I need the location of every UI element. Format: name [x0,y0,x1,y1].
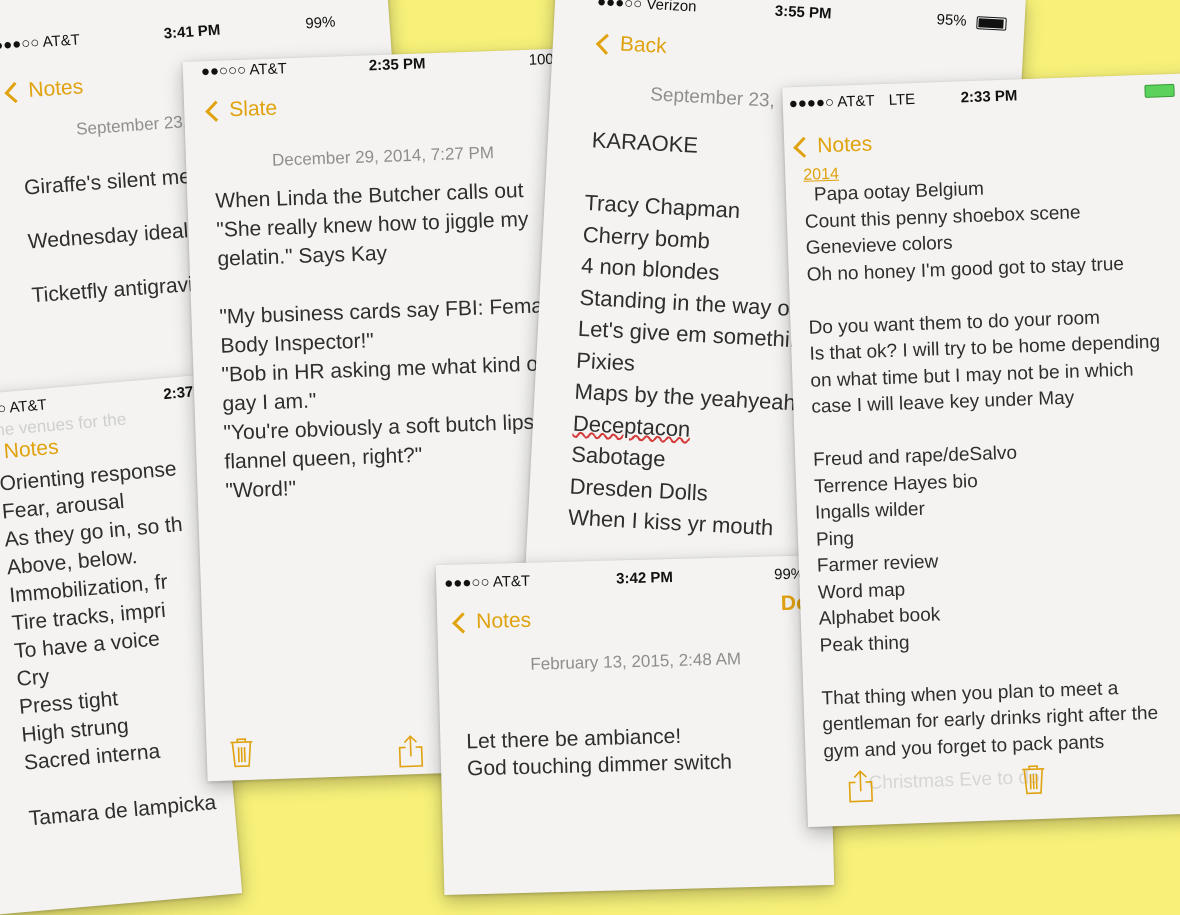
carrier-label: ●●●○○ AT&T [444,572,531,592]
carrier-label: ●●●○○ AT&T [0,31,81,55]
battery-icon [976,16,1007,31]
status-bar: ●●●○○ AT&T 3:42 PM 99% [444,565,824,592]
note-line: God touching dimmer switch [466,750,733,781]
note-body: Giraffe's silent meg Wednesday ideal b T… [22,149,212,323]
battery-label: 95% [936,11,968,30]
back-button-label: Back [619,32,668,58]
battery-label: 100 [528,50,555,69]
clock-label: 2:33 PM [960,87,1018,107]
clock-label: 2:37 [162,383,195,404]
faded-text: Christmas Eve to do [868,767,1040,794]
note-date: September 23, [75,112,189,139]
back-button[interactable]: Notes [452,608,532,635]
battery-icon [1144,83,1175,98]
note-body: Orienting response Fear, arousal As they… [0,454,217,833]
carrier-label: ●●○○○ AT&T [200,60,288,81]
status-bar: ●●●○○ Verizon 3:55 PM 95% [596,0,1026,31]
carrier-label: ●●○ AT&T [0,396,48,420]
chevron-left-icon [793,136,815,158]
network-label: LTE [888,90,916,109]
chevron-left-icon [452,611,474,634]
note-date: February 13, 2015, 2:48 AM [530,649,742,674]
battery-label: 99% [304,13,336,33]
note-date: September 23, [649,84,776,112]
note-body: Papa ootay Belgium Count this penny shoe… [804,171,1175,766]
note-body: Tracy Chapman Cherry bomb 4 non blondes … [567,187,817,545]
note-screen-4: ●●●●○ AT&T LTE 2:33 PM Notes 2014 Papa o… [782,72,1180,828]
trash-icon[interactable] [228,736,255,774]
note-date: December 29, 2014, 7:27 PM [271,143,495,170]
note-line: Ticketfly antigravi [30,273,194,308]
share-icon[interactable] [846,769,875,809]
chevron-left-icon [595,33,618,55]
status-bar: ●●●○○ AT&T 3:41 PM 99% [0,11,373,54]
back-button-label: Notes [27,75,84,103]
back-button[interactable]: Notes [0,435,60,466]
note-title: KARAOKE [591,127,699,158]
carrier-label: ●●●●○ AT&T [788,92,875,113]
note-screen-6: ●●●○○ AT&T 3:42 PM 99% Notes Do February… [435,554,835,896]
back-button[interactable]: Slate [205,96,278,123]
clock-label: 3:41 PM [163,21,221,43]
clock-label: 2:35 PM [368,55,426,75]
chevron-left-icon [0,442,1,464]
back-button[interactable]: Notes [793,132,873,159]
back-button-label: Slate [228,96,278,122]
back-button-label: Notes [816,132,873,158]
note-body: Let there be ambiance! God touching dimm… [466,721,732,782]
share-icon[interactable] [396,734,425,774]
note-body: When Linda the Butcher calls out "She re… [215,175,550,505]
carrier-label: ●●●○○ Verizon [596,0,697,16]
clock-label: 3:55 PM [774,2,832,23]
back-button-label: Notes [2,435,60,464]
chevron-left-icon [205,100,227,122]
trash-icon[interactable] [1020,763,1047,801]
back-button[interactable]: Back [595,31,668,59]
back-button[interactable]: Notes [4,75,84,104]
back-button-label: Notes [475,608,532,634]
chevron-left-icon [4,81,26,103]
clock-label: 3:42 PM [615,568,674,588]
